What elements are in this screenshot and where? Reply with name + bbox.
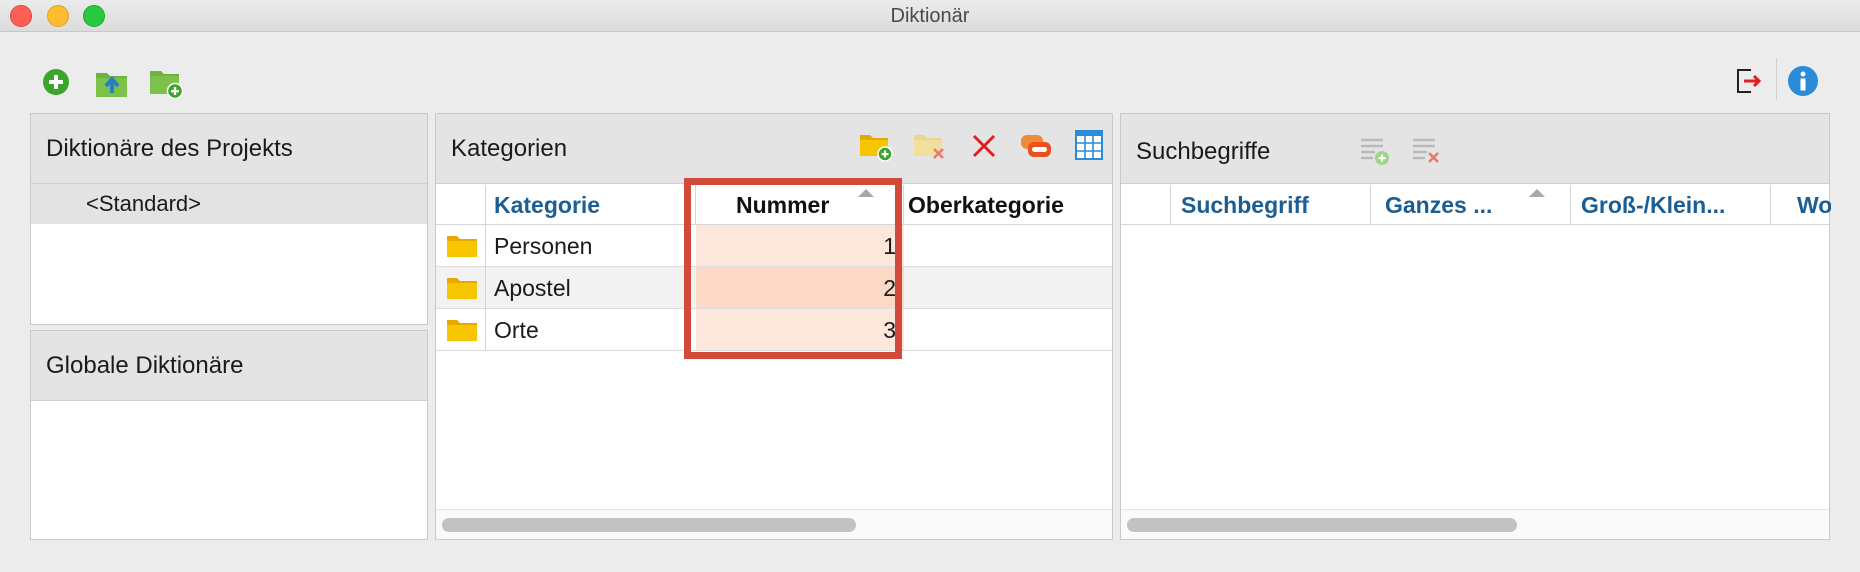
- column-gross-klein[interactable]: Groß-/Klein...: [1571, 185, 1771, 225]
- remove-category-button[interactable]: [910, 126, 950, 166]
- project-dictionaries-title: Diktionäre des Projekts: [46, 135, 293, 162]
- add-category-button[interactable]: [856, 126, 896, 166]
- row-icon-column: [436, 185, 486, 225]
- column-kategorie[interactable]: Kategorie: [486, 185, 696, 225]
- folder-add-icon: [860, 135, 893, 162]
- list-add-icon: [1361, 138, 1389, 165]
- info-button[interactable]: [1784, 62, 1822, 100]
- search-terms-header: Suchbegriffe: [1121, 114, 1829, 184]
- add-circle-icon: [43, 69, 69, 95]
- category-parent: [908, 267, 1108, 308]
- highlight-box: [684, 178, 902, 359]
- scrollbar-thumb[interactable]: [1127, 518, 1517, 532]
- link-icon: [1021, 135, 1051, 157]
- folder-icon: [446, 225, 482, 266]
- category-parent: [908, 225, 1108, 266]
- project-dictionaries-panel: Diktionäre des Projekts <Standard>: [30, 113, 428, 325]
- row-icon-column: [1121, 185, 1171, 225]
- categories-title: Kategorien: [451, 135, 568, 162]
- search-terms-title: Suchbegriffe: [1136, 138, 1271, 165]
- delete-category-button[interactable]: [964, 126, 1004, 166]
- toolbar-separator: [1776, 58, 1777, 100]
- window-title: Diktionär: [890, 5, 970, 27]
- categories-header: Kategorien: [436, 114, 1112, 184]
- add-search-term-button[interactable]: [1355, 130, 1395, 170]
- search-terms-horizontal-scrollbar[interactable]: [1121, 509, 1829, 539]
- folder-icon: [446, 309, 482, 350]
- global-dictionaries-panel: Globale Diktionäre: [30, 330, 428, 540]
- table-icon: [1075, 130, 1103, 160]
- category-name: Personen: [494, 233, 593, 259]
- column-ganzes-wort-label: Ganzes ...: [1385, 192, 1493, 218]
- column-oberkategorie[interactable]: Oberkategorie: [904, 185, 1114, 225]
- exit-icon: [1737, 69, 1762, 93]
- info-icon: [1788, 66, 1818, 96]
- column-wo[interactable]: Wo: [1771, 185, 1831, 225]
- category-name: Apostel: [494, 275, 571, 301]
- global-dictionaries-header: Globale Diktionäre: [31, 331, 427, 401]
- global-dictionaries-title: Globale Diktionäre: [46, 352, 244, 379]
- link-category-button[interactable]: [1016, 126, 1056, 166]
- folder-add-icon: [150, 71, 184, 99]
- title-bar: Diktionär: [0, 0, 1860, 32]
- categories-horizontal-scrollbar[interactable]: [436, 509, 1112, 539]
- new-dictionary-button[interactable]: [146, 62, 186, 102]
- project-dictionaries-header: Diktionäre des Projekts: [31, 114, 427, 184]
- scrollbar-thumb[interactable]: [442, 518, 856, 532]
- remove-search-term-button[interactable]: [1407, 130, 1447, 170]
- exit-button[interactable]: [1730, 62, 1766, 100]
- dictionary-window: Diktionär Diktionäre des Projekts <Stand…: [0, 0, 1860, 572]
- category-parent: [908, 309, 1108, 350]
- table-view-button[interactable]: [1070, 124, 1108, 166]
- search-terms-panel: Suchbegriffe Suchbegriff Ganzes ... Groß…: [1120, 113, 1831, 540]
- category-name: Orte: [494, 317, 539, 343]
- folder-remove-icon: [914, 135, 944, 159]
- dictionary-item-label: <Standard>: [86, 191, 201, 216]
- column-divider: [485, 225, 486, 351]
- categories-panel: Kategorien Kategorie Nummer Oberkategori…: [435, 113, 1113, 540]
- sort-ascending-icon: [1529, 189, 1545, 197]
- list-remove-icon: [1413, 138, 1439, 163]
- column-suchbegriff[interactable]: Suchbegriff: [1171, 185, 1371, 225]
- search-terms-table-header: Suchbegriff Ganzes ... Groß-/Klein... Wo: [1121, 185, 1831, 225]
- folder-icon: [446, 267, 482, 308]
- dictionary-item-standard[interactable]: <Standard>: [31, 184, 427, 224]
- add-dictionary-button[interactable]: [38, 64, 74, 100]
- column-ganzes-wort[interactable]: Ganzes ...: [1371, 185, 1571, 225]
- export-dictionary-button[interactable]: [92, 62, 132, 102]
- folder-export-icon: [96, 73, 127, 97]
- delete-x-icon: [972, 134, 996, 158]
